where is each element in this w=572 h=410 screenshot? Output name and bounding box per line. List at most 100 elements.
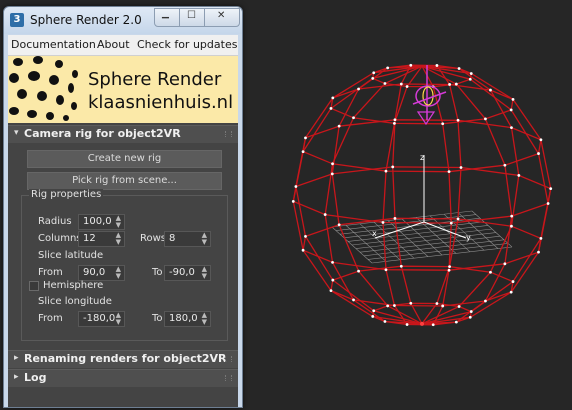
camera-position-dot [447,170,451,174]
camera-position-dot [459,166,463,169]
spinner-arrows-icon[interactable]: ▲ ▼ [116,266,121,280]
maximize-icon: ☐ [187,10,196,21]
app-icon: 3 [10,13,24,27]
pick-rig-from-scene-button[interactable]: Pick rig from scene... [27,172,222,190]
camera-position-dot [510,126,513,130]
window-title: Sphere Render 2.0 [30,13,142,27]
long-to-label: To [152,313,163,324]
camera-position-dot [352,298,355,302]
radius-spinner[interactable]: 100,0 ▲ ▼ [78,214,125,230]
hemisphere-checkbox[interactable] [29,281,39,291]
maximize-button[interactable]: ☐ [179,8,205,27]
rollout-header-renaming[interactable]: ▸ Renaming renders for object2VR [8,350,238,368]
camera-position-dot [454,320,458,324]
axis-label: y [466,233,471,242]
camera-position-dot [372,309,376,313]
spinner-arrows-icon[interactable]: ▲ ▼ [116,312,121,326]
camera-position-dot [546,202,550,205]
camera-position-dot [510,214,514,218]
camera-position-dot [539,138,543,142]
rollout-title-camera-rig: Camera rig for object2VR [24,127,181,140]
close-icon: ✕ [217,10,226,21]
camera-position-dot [337,124,341,128]
spinner-arrows-icon[interactable]: ▲ ▼ [202,232,207,246]
rollout-header-log[interactable]: ▸ Log [8,369,238,387]
camera-position-dot [323,213,327,216]
create-new-rig-button[interactable]: Create new rig [27,150,222,168]
camera-position-dot [405,323,409,326]
camera-position-dot [386,304,390,308]
columns-spinner[interactable]: 12 ▲ ▼ [78,231,125,247]
spinner-arrows-icon[interactable]: ▲ ▼ [202,266,207,280]
camera-position-dot [381,221,385,224]
slice-longitude-label: Slice longitude [38,296,112,307]
camera-position-dot [386,66,390,70]
spinner-arrows-icon[interactable]: ▲ ▼ [116,215,121,229]
camera-position-dot [357,87,360,91]
camera-position-dot [393,121,396,125]
camera-position-dot [484,299,487,303]
camera-position-dot [329,289,333,293]
lat-from-spinner[interactable]: 90,0 ▲ ▼ [78,265,125,281]
rows-value: 8 [169,233,176,244]
camera-position-dot [447,268,451,272]
camera-position-dot [393,216,397,220]
close-button[interactable]: ✕ [204,8,240,27]
banner-url[interactable]: klaasnienhuis.nl [88,92,233,113]
columns-value: 12 [83,233,96,244]
menu-about[interactable]: About [97,38,130,51]
camera-position-dot [489,88,492,92]
camera-position-dot [469,310,473,313]
rollout-header-camera-rig[interactable]: ▾ Camera rig for object2VR [8,125,238,143]
camera-position-dot [511,97,515,101]
axis-label: x [372,229,377,238]
camera-position-dot [457,67,461,70]
camera-position-dot [383,82,387,85]
camera-position-dot [331,260,334,264]
window-titlebar[interactable]: 3 Sphere Render 2.0 ▁ ☐ ✕ [4,7,242,34]
menu-documentation[interactable]: Documentation [11,38,96,51]
spinner-arrows-icon[interactable]: ▲ ▼ [202,312,207,326]
camera-position-dot [372,71,376,75]
camera-position-dot [510,224,513,228]
camera-position-dot [456,217,460,221]
camera-position-dot [301,248,305,252]
camera-position-dot [331,96,335,100]
camera-position-dot [384,169,388,173]
camera-position-dot [441,304,445,308]
grip-icon [225,356,232,362]
lat-from-label: From [38,267,63,278]
dotted-sphere-logo [9,56,78,121]
long-to-spinner[interactable]: 180,0 ▲ ▼ [164,311,211,327]
radius-label: Radius [38,216,72,227]
camera-position-dot [509,290,513,294]
grip-icon [225,131,232,137]
grip-icon [225,375,232,381]
rows-spinner[interactable]: 8 ▲ ▼ [164,231,211,247]
minimize-button[interactable]: ▁ [154,8,180,27]
camera-position-dot [383,320,387,323]
rollout-title-log: Log [24,371,47,384]
camera-position-dot [509,108,513,112]
spinner-arrows-icon[interactable]: ▲ ▼ [116,232,121,246]
camera-position-dot [371,77,375,80]
axis-label: z [420,153,424,162]
long-from-label: From [38,313,63,324]
camera-position-dot [301,150,305,154]
expand-arrow-icon: ▸ [14,372,19,382]
lat-to-spinner[interactable]: -90,0 ▲ ▼ [164,265,211,281]
expand-arrow-icon: ▸ [14,353,19,363]
camera-position-dot [468,77,472,81]
sphere-render-window[interactable]: 3 Sphere Render 2.0 ▁ ☐ ✕ Documentation … [3,6,243,408]
long-from-spinner[interactable]: -180,0 ▲ ▼ [78,311,125,327]
rollout-title-renaming: Renaming renders for object2VR [24,352,227,365]
banner-title: Sphere Render [88,69,222,90]
menu-check-for-updates[interactable]: Check for updates [137,38,237,51]
camera-position-dot [337,223,341,227]
camera-position-dot [503,163,507,167]
camera-position-dot [391,165,395,169]
camera-position-dot [456,118,460,122]
collapse-arrow-icon: ▾ [14,128,19,138]
camera-position-dot [457,305,461,308]
camera-position-dot [304,136,307,140]
